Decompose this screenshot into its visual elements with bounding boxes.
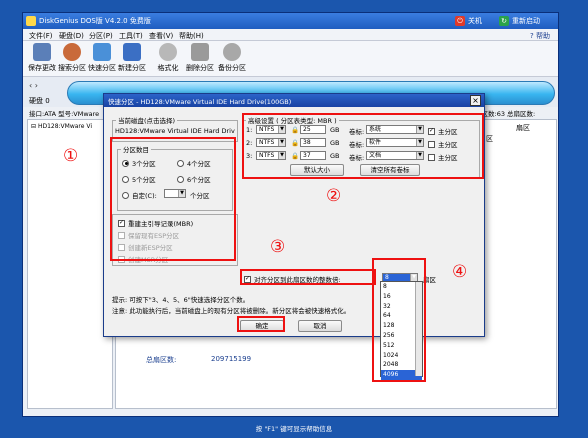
restart-label: 重新启动 <box>512 17 540 25</box>
menu-bar: 文件(F) 硬盘(D) 分区(P) 工具(T) 查看(V) 帮助(H) ? 帮助 <box>23 29 558 41</box>
annotation-number-1: ① <box>63 146 79 166</box>
delete-partition-button[interactable]: 删除分区 <box>185 43 215 73</box>
save-changes-label: 保存更改 <box>28 64 56 72</box>
watermark: Baidu 经验 <box>452 390 541 409</box>
save-changes-button[interactable]: 保存更改 <box>27 43 57 73</box>
help-label: 帮助 <box>536 32 550 40</box>
tree-node-label: HD128:VMware Vi <box>37 123 92 130</box>
backup-icon <box>223 43 241 61</box>
app-title: DiskGenius DOS版 V4.2.0 免费版 <box>39 17 151 25</box>
quick-partition-icon <box>93 43 111 61</box>
format-button[interactable]: 格式化 <box>153 43 183 73</box>
trash-icon <box>191 43 209 61</box>
status-bar: 按 "F1" 键可显示帮助信息 <box>0 417 588 438</box>
menu-help[interactable]: 帮助(H) <box>179 31 204 41</box>
new-partition-button[interactable]: 新建分区 <box>117 43 147 73</box>
format-label: 格式化 <box>157 64 179 72</box>
backup-partition-button[interactable]: 备份分区 <box>217 43 247 73</box>
tree-node-disk[interactable]: ⊟ HD128:VMware Vi <box>31 123 92 130</box>
format-icon <box>159 43 177 61</box>
cancel-button[interactable]: 取消 <box>298 320 342 332</box>
menu-tools[interactable]: 工具(T) <box>119 31 143 41</box>
menu-file[interactable]: 文件(F) <box>29 31 53 41</box>
annotation-box-1 <box>110 137 236 261</box>
dialog-title-bar: 快速分区 - HD128:VMware Virtual IDE Hard Dri… <box>104 94 484 107</box>
annotation-number-2: ② <box>326 186 342 206</box>
search-icon <box>63 43 81 61</box>
new-partition-label: 新建分区 <box>118 64 146 72</box>
disk-label: 硬盘 0 <box>29 97 50 105</box>
close-icon[interactable]: × <box>470 95 481 106</box>
current-disk-label: 当前磁盘(点击选择) <box>116 115 178 125</box>
dialog-title: 快速分区 - HD128:VMware Virtual IDE Hard Dri… <box>108 98 292 106</box>
help-link[interactable]: ? 帮助 <box>530 31 550 41</box>
app-icon <box>26 16 36 26</box>
backup-partition-label: 备份分区 <box>218 64 246 72</box>
annotation-box-ok <box>237 316 285 332</box>
shutdown-button[interactable]: ⏻ 关机 <box>455 15 482 27</box>
quick-partition-button[interactable]: 快速分区 <box>87 43 117 73</box>
title-bar: DiskGenius DOS版 V4.2.0 免费版 ⏻ 关机 ↻ 重新启动 <box>23 13 558 29</box>
tip-line-2: 注意: 此功能执行后，当前磁盘上的现有分区将被删除。新分区将会被快速格式化。 <box>112 307 351 315</box>
annotation-number-4: ④ <box>452 262 468 282</box>
disk-info: 接口:ATA 型号:VMware <box>29 110 100 118</box>
current-disk-value[interactable]: HD128:VMware Virtual IDE Hard Driv <box>115 127 235 135</box>
search-partition-button[interactable]: 搜索分区 <box>57 43 87 73</box>
save-icon <box>33 43 51 61</box>
total-sectors-value: 209715199 <box>211 355 252 363</box>
panel-header-2: 区 <box>486 135 493 143</box>
restart-icon: ↻ <box>499 16 509 26</box>
panel-header: 扇区 <box>516 124 530 132</box>
restart-button[interactable]: ↻ 重新启动 <box>499 15 540 27</box>
annotation-number-3: ③ <box>270 237 286 257</box>
quick-partition-label: 快速分区 <box>88 64 116 72</box>
menu-disk[interactable]: 硬盘(D) <box>59 31 84 41</box>
annotation-box-3 <box>240 269 376 285</box>
menu-partition[interactable]: 分区(P) <box>89 31 113 41</box>
total-sectors-label: 总扇区数: <box>146 356 177 364</box>
new-partition-icon <box>123 43 141 61</box>
tip-line-1: 提示: 可按下"3、4、5、6"快速选择分区个数。 <box>112 296 250 304</box>
annotation-box-4 <box>372 258 426 382</box>
search-partition-label: 搜索分区 <box>58 64 86 72</box>
power-icon: ⏻ <box>455 16 465 26</box>
delete-partition-label: 删除分区 <box>186 64 214 72</box>
annotation-box-2 <box>242 113 484 179</box>
shutdown-label: 关机 <box>468 17 482 25</box>
toolbar: 保存更改 搜索分区 快速分区 新建分区 格式化 删除分区 备份分区 <box>23 41 558 77</box>
nav-arrows[interactable]: ‹ › <box>29 81 38 90</box>
menu-view[interactable]: 查看(V) <box>149 31 173 41</box>
